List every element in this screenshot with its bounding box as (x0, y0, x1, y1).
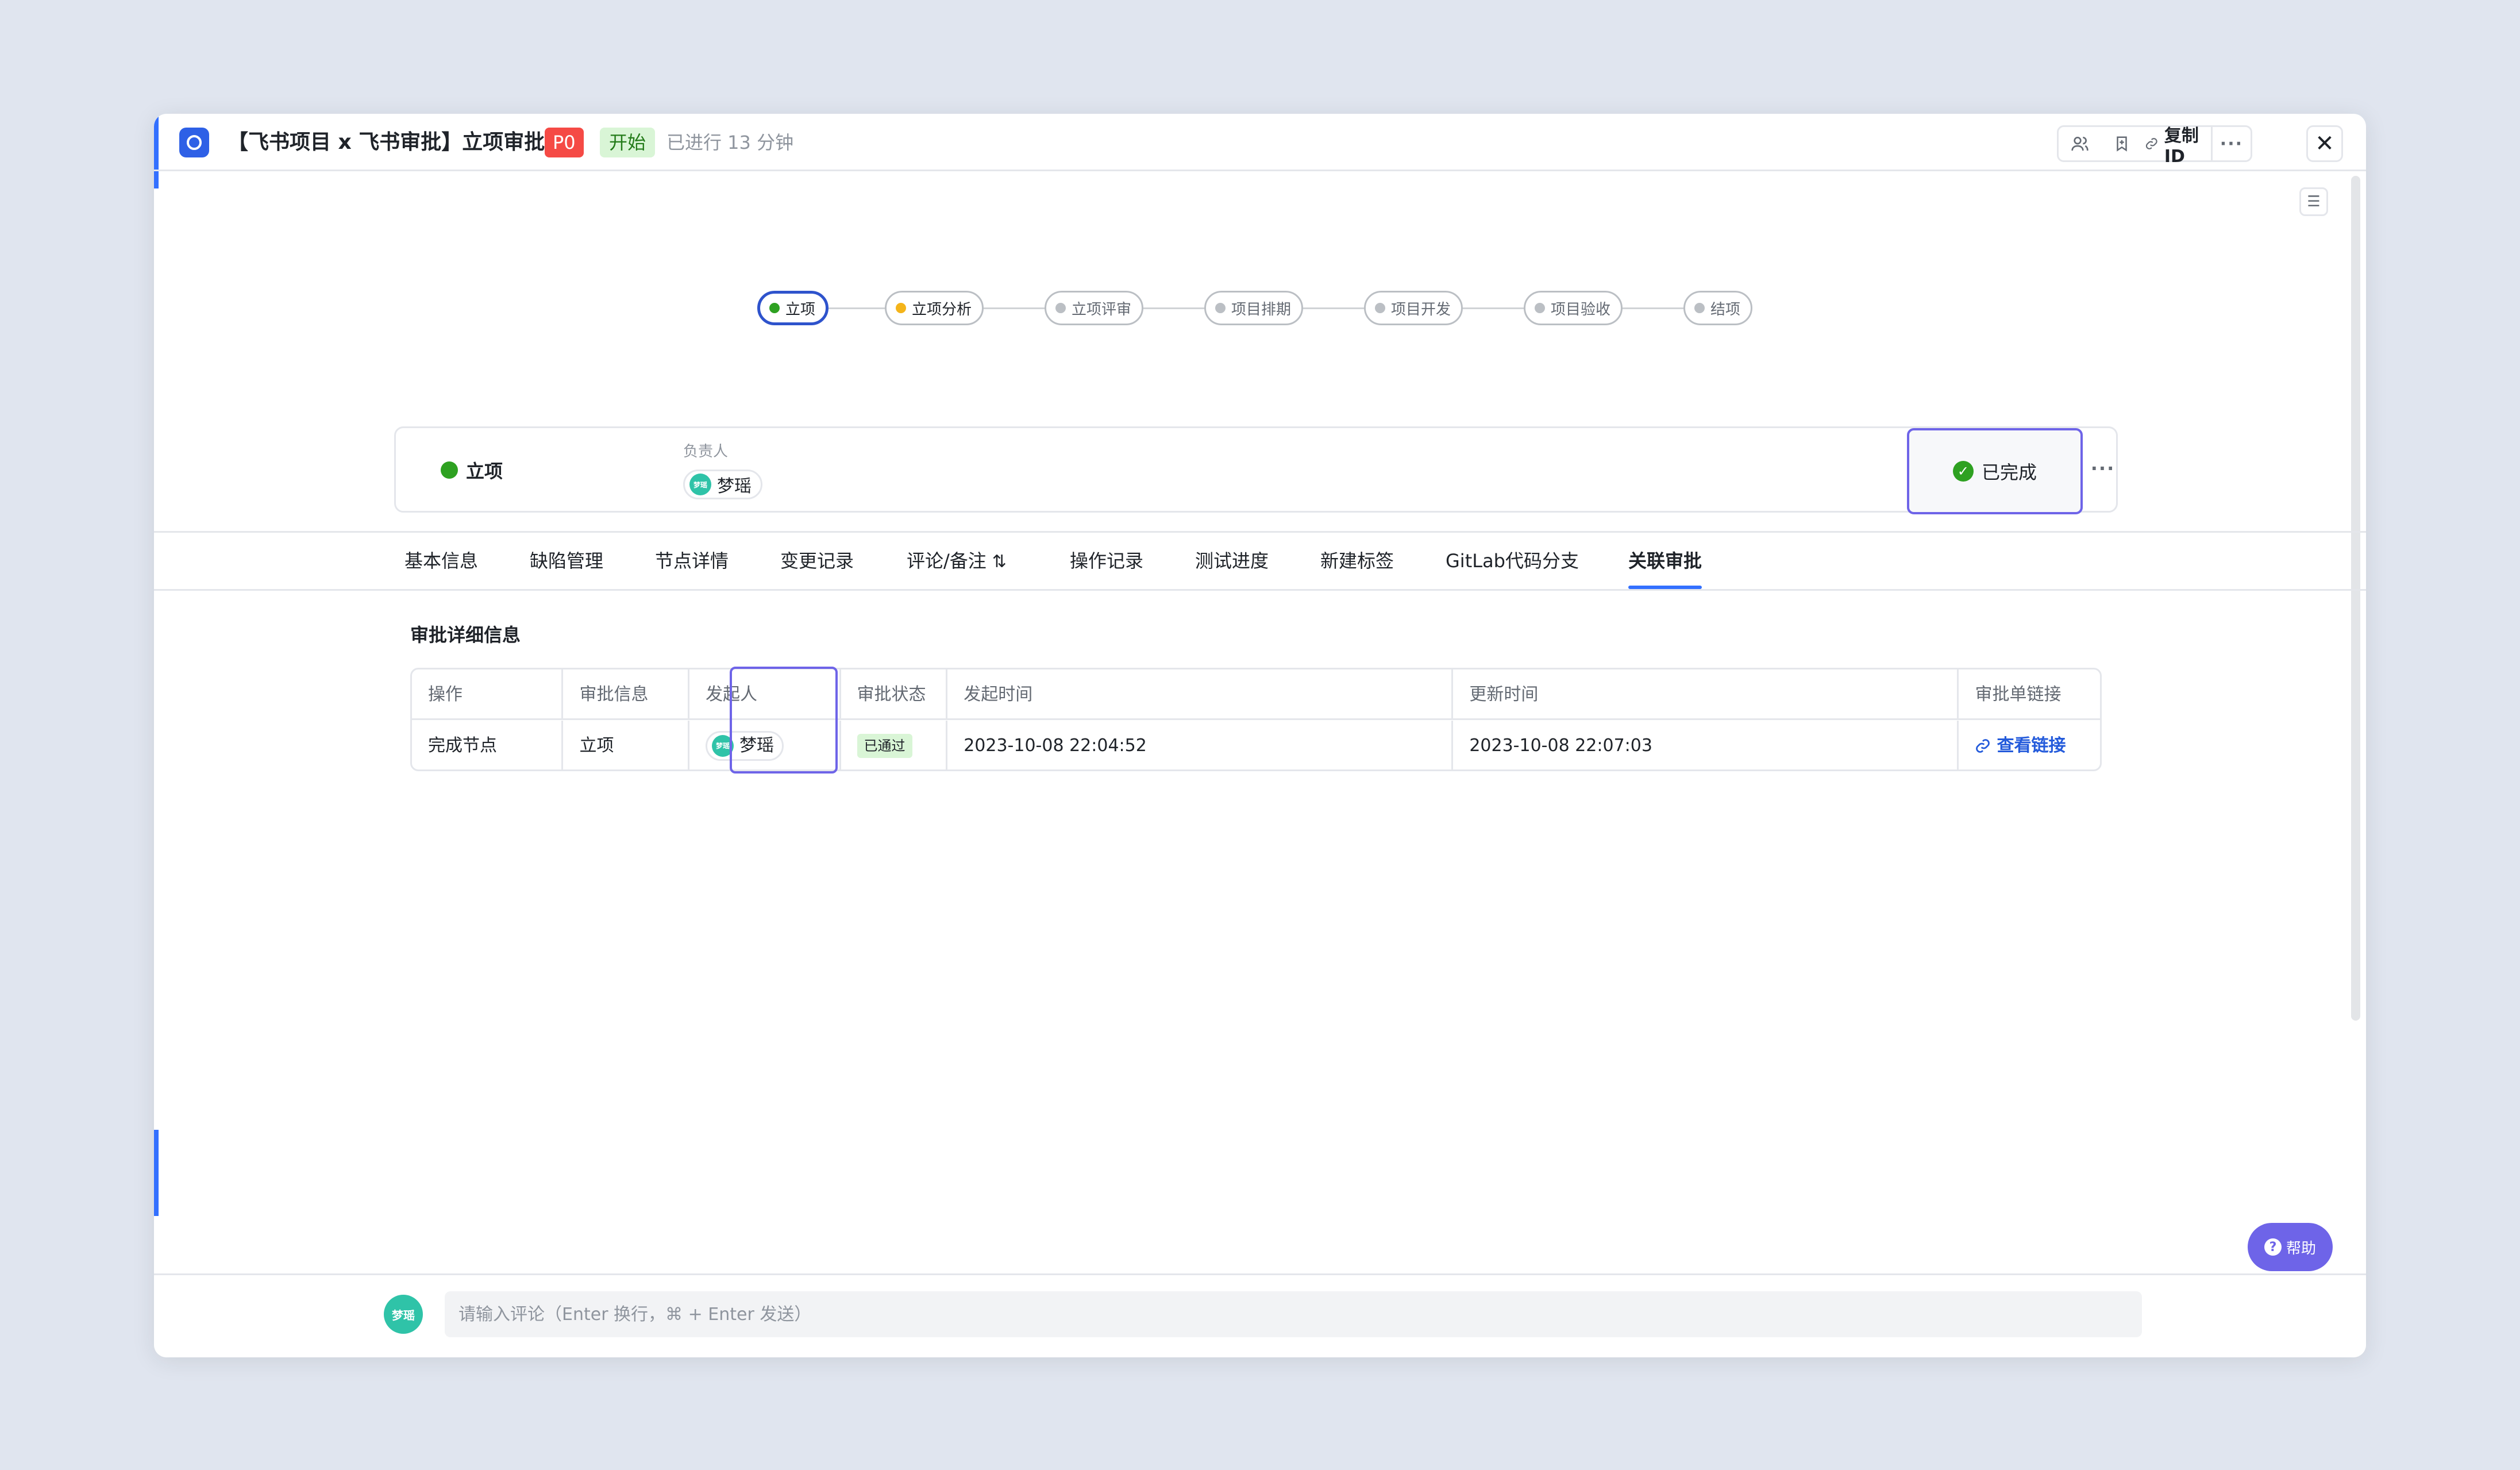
workflow-node-结项[interactable]: 结项 (1683, 291, 1753, 325)
cell-updated-at: 2023-10-08 22:07:03 (1453, 721, 1959, 771)
check-circle-icon: ✓ (1952, 461, 1974, 482)
cell-action: 完成节点 (412, 721, 564, 771)
cell-started-at: 2023-10-08 22:04:52 (947, 721, 1454, 771)
avatar: 梦瑶 (712, 735, 734, 757)
workflow-node-label: 立项分析 (912, 301, 972, 318)
current-node-card: 立项 负责人 梦瑶 梦瑶 ✓ 已完成 ··· (394, 426, 2118, 514)
column-header: 发起人 (689, 669, 841, 720)
node-status-dot (1694, 303, 1705, 313)
elapsed-time: 已进行 13 分钟 (666, 132, 794, 153)
more-icon[interactable]: ··· (2210, 127, 2251, 160)
copy-id-button[interactable]: 复制ID (2143, 126, 2211, 167)
column-header: 操作 (412, 669, 564, 720)
cell-approval-info: 立项 (563, 721, 690, 771)
bookmark-button[interactable] (2101, 127, 2143, 160)
members-button[interactable] (2059, 127, 2101, 160)
column-header: 审批状态 (841, 669, 948, 720)
table-row: 完成节点 立项 梦瑶 梦瑶 已通过 2023-10-08 22:04:52 20… (412, 721, 2100, 771)
tab-change-log[interactable]: 变更记录 (780, 533, 854, 589)
workflow-node-项目排期[interactable]: 项目排期 (1204, 291, 1304, 325)
tab-operation-log[interactable]: 操作记录 (1070, 533, 1143, 589)
node-status-dot (896, 303, 906, 313)
initiator-chip[interactable]: 梦瑶 梦瑶 (706, 731, 784, 761)
column-header: 发起时间 (947, 669, 1454, 720)
help-label: 帮助 (2286, 1240, 2316, 1257)
column-header: 审批信息 (563, 669, 690, 720)
comment-input[interactable] (445, 1291, 2142, 1337)
comment-bar: 梦瑶 (154, 1273, 2366, 1357)
tab-related-approval[interactable]: 关联审批 (1628, 533, 1702, 589)
tab-new-label[interactable]: 新建标签 (1320, 533, 1394, 589)
copy-id-label: 复制ID (2164, 125, 2199, 167)
column-header: 更新时间 (1453, 669, 1959, 720)
workflow-node-label: 项目验收 (1551, 301, 1611, 318)
tab-comments-label: 评论/备注 (907, 550, 987, 572)
owner-label: 负责人 (683, 443, 729, 460)
workflow-node-立项分析[interactable]: 立项分析 (885, 291, 984, 325)
priority-tag[interactable]: P0 (545, 128, 584, 157)
node-status-dot (1055, 303, 1066, 313)
bookmark-icon (2116, 136, 2127, 152)
tab-gitlab-branch[interactable]: GitLab代码分支 (1446, 533, 1579, 589)
tab-node-details[interactable]: 节点详情 (655, 533, 729, 589)
owner-name: 梦瑶 (717, 476, 752, 497)
page-title: 【飞书项目 x 飞书审批】立项审批 (228, 130, 545, 154)
cell-link: 查看链接 (1959, 721, 2100, 771)
detail-header: 【飞书项目 x 飞书审批】立项审批 P0 开始 已进行 13 分钟 复制ID ·… (154, 114, 2366, 171)
node-status-dot (1375, 303, 1385, 313)
link-icon (1976, 739, 1990, 753)
workflow-node-立项评审[interactable]: 立项评审 (1045, 291, 1144, 325)
node-done-dot (441, 461, 458, 479)
workflow-node-label: 项目排期 (1231, 301, 1292, 318)
workflow-node-label: 立项评审 (1072, 301, 1132, 318)
node-status-dot (769, 303, 780, 313)
members-icon (2071, 137, 2089, 151)
header-toolbar: 复制ID ··· (2057, 125, 2252, 167)
tab-test-progress[interactable]: 测试进度 (1195, 533, 1269, 589)
column-header: 审批单链接 (1975, 684, 2062, 705)
node-status-dot (1535, 303, 1545, 313)
cell-status: 已通过 (841, 721, 948, 771)
help-icon: ? (2264, 1238, 2282, 1256)
owner-chip[interactable]: 梦瑶 梦瑶 (683, 470, 762, 499)
sort-icon[interactable]: ⇅ (992, 552, 1007, 572)
workflow-node-项目验收[interactable]: 项目验收 (1524, 291, 1623, 325)
help-button[interactable]: ? 帮助 (2248, 1223, 2333, 1271)
avatar: 梦瑶 (384, 1295, 423, 1334)
link-icon (2146, 138, 2157, 149)
approval-table: 操作 审批信息 发起人 审批状态 发起时间 更新时间 审批单链接 完成节点 立项… (410, 668, 2102, 771)
done-label: 已完成 (1981, 461, 2037, 483)
status-tag[interactable]: 开始 (600, 128, 656, 157)
close-icon[interactable]: ✕ (2306, 125, 2343, 162)
vertical-scrollbar[interactable] (2351, 176, 2360, 1021)
workflow-node-label: 立项 (785, 301, 816, 318)
initiator-name: 梦瑶 (739, 736, 775, 756)
project-icon (179, 128, 209, 157)
panel-settings-icon[interactable]: ☰ (2299, 187, 2328, 216)
workflow-nodes: 立项 立项分析 立项评审 项目排期 项目开发 项目验收 结项 (757, 290, 1753, 326)
node-status-dot (1215, 303, 1226, 313)
view-link-label: 查看链接 (1997, 736, 2066, 756)
project-detail-window: 【飞书项目 x 飞书审批】立项审批 P0 开始 已进行 13 分钟 复制ID ·… (154, 114, 2366, 1357)
approval-section-title: 审批详细信息 (410, 624, 521, 646)
detail-tabs: 基本信息 缺陷管理 节点详情 变更记录 评论/备注 ⇅ 操作记录 测试进度 新建标… (154, 531, 2366, 591)
window-left-accent-bottom (154, 1130, 159, 1216)
workflow-node-label: 项目开发 (1391, 301, 1451, 318)
current-node-name: 立项 (441, 457, 503, 483)
tab-comments[interactable]: 评论/备注 ⇅ (907, 533, 1007, 589)
status-badge: 已通过 (857, 734, 912, 758)
tab-basic-info[interactable]: 基本信息 (404, 533, 478, 589)
table-header: 操作 审批信息 发起人 审批状态 发起时间 更新时间 审批单链接 (412, 669, 2100, 720)
tab-defects[interactable]: 缺陷管理 (530, 533, 603, 589)
avatar: 梦瑶 (689, 474, 711, 495)
workflow-node-label: 结项 (1710, 301, 1741, 318)
workflow-node-项目开发[interactable]: 项目开发 (1364, 291, 1463, 325)
cell-initiator: 梦瑶 梦瑶 (689, 721, 841, 771)
view-link[interactable]: 查看链接 (1975, 721, 2066, 771)
card-more-icon[interactable]: ··· (2087, 451, 2118, 486)
workflow-node-立项[interactable]: 立项 (757, 291, 829, 325)
node-complete-button[interactable]: ✓ 已完成 (1907, 428, 2083, 514)
current-node-label: 立项 (466, 460, 503, 482)
